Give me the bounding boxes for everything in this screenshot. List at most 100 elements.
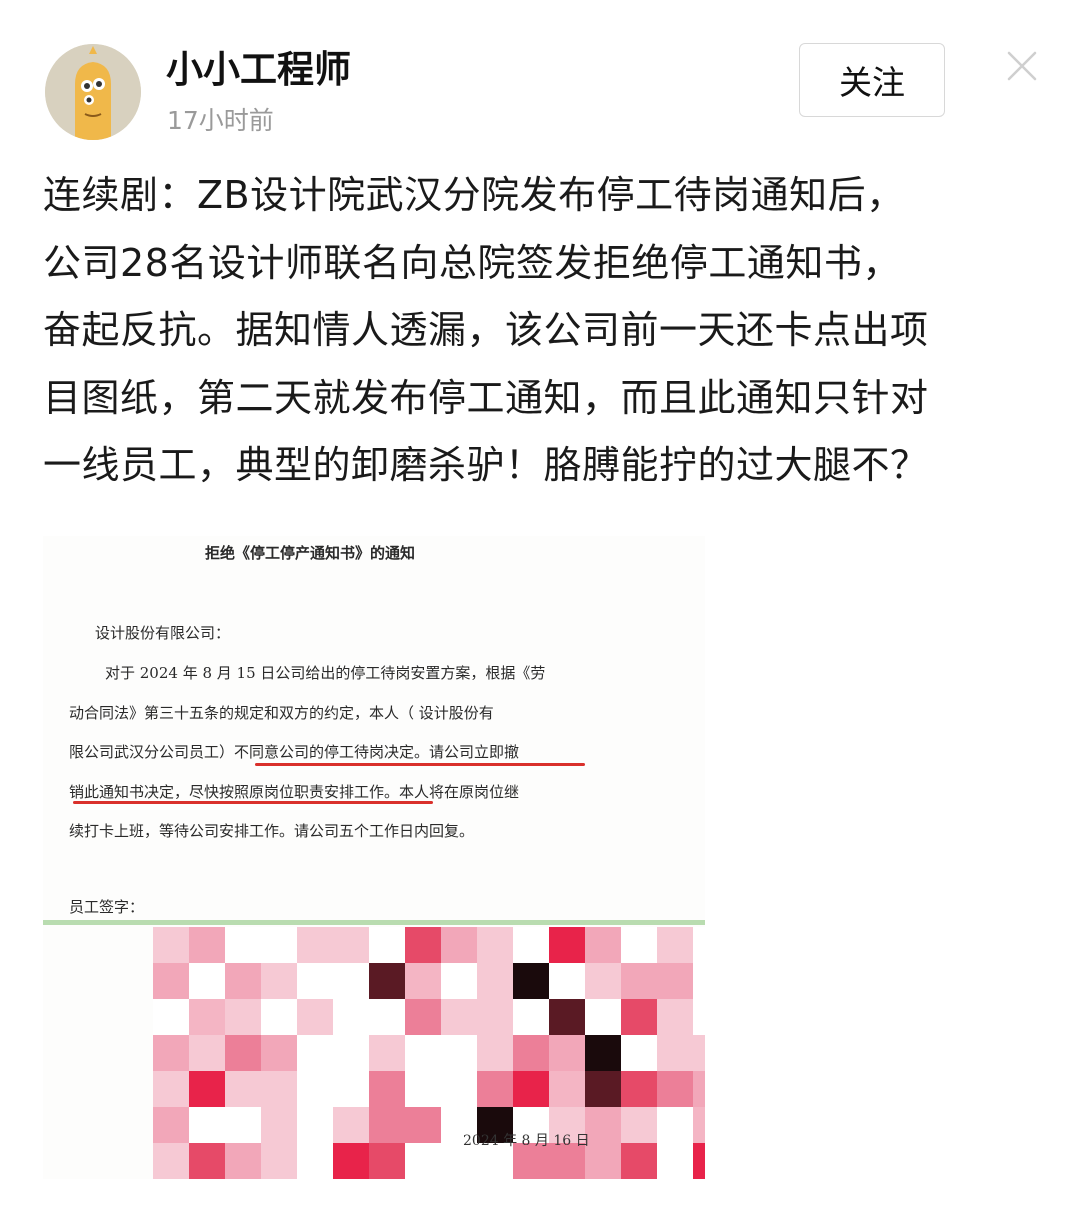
mosaic-pixel	[477, 1071, 513, 1107]
mosaic-pixel	[585, 999, 621, 1035]
mosaic-pixel	[657, 927, 693, 963]
mosaic-pixel	[153, 927, 189, 963]
mosaic-pixel	[297, 1071, 333, 1107]
mosaic-pixel	[477, 999, 513, 1035]
mosaic-pixel	[297, 1035, 333, 1071]
mosaic-pixel	[657, 1107, 693, 1143]
mosaic-pixel	[549, 963, 585, 999]
mosaic-pixel	[621, 927, 657, 963]
mosaic-pixel	[441, 963, 477, 999]
mosaic-pixel	[333, 963, 369, 999]
post-line: 公司28名设计师联名向总院签发拒绝停工通知书，	[43, 240, 901, 285]
document-date: 2024 年 8 月 16 日	[463, 1133, 590, 1149]
mosaic-pixel	[441, 999, 477, 1035]
red-underline	[255, 763, 585, 766]
mosaic-pixel	[513, 963, 549, 999]
mosaic-pixel	[189, 963, 225, 999]
mosaic-pixel	[693, 999, 705, 1035]
mosaic-pixel	[585, 1071, 621, 1107]
follow-button[interactable]: 关注	[799, 43, 945, 117]
mosaic-pixel	[621, 1071, 657, 1107]
document-salutation: 设计股份有限公司：	[95, 624, 231, 642]
document-body-line: 销此通知书决定，尽快按照原岗位职责安排工作。本人将在原岗位继	[69, 783, 520, 801]
mosaic-pixel	[513, 999, 549, 1035]
mosaic-pixel	[441, 1035, 477, 1071]
mosaic-pixel	[369, 963, 405, 999]
close-icon	[1007, 51, 1037, 81]
mosaic-pixel	[189, 927, 225, 963]
mosaic-pixel	[621, 963, 657, 999]
mosaic-pixel	[621, 999, 657, 1035]
mosaic-pixel	[405, 1143, 441, 1179]
document-title: 拒绝《停工停产通知书》的通知	[205, 544, 416, 562]
mosaic-pixel	[405, 927, 441, 963]
document-body-line: 对于 2024 年 8 月 15 日公司给出的停工待岗安置方案，根据《劳	[105, 664, 546, 682]
mosaic-pixel	[405, 1071, 441, 1107]
document-body-line: 续打卡上班，等待公司安排工作。请公司五个工作日内回复。	[69, 822, 475, 840]
mosaic-pixel	[477, 963, 513, 999]
mosaic-pixel	[333, 1143, 369, 1179]
signature-label: 员工签字：	[69, 898, 145, 916]
mosaic-pixel	[693, 963, 705, 999]
mosaic-pixel	[549, 1071, 585, 1107]
mosaic-pixel	[585, 1143, 621, 1179]
mosaic-pixel	[513, 1071, 549, 1107]
mosaic-pixel	[549, 927, 585, 963]
mosaic-pixel	[189, 999, 225, 1035]
pixelated-signature	[153, 927, 705, 1179]
mosaic-pixel	[513, 927, 549, 963]
mosaic-pixel	[297, 1107, 333, 1143]
post-line: 连续剧：ZB设计院武汉分院发布停工待岗通知后，	[43, 173, 905, 217]
mosaic-pixel	[297, 963, 333, 999]
mosaic-pixel	[261, 1071, 297, 1107]
mosaic-pixel	[693, 1107, 705, 1143]
mosaic-pixel	[513, 1035, 549, 1071]
mosaic-pixel	[225, 1035, 261, 1071]
mosaic-pixel	[333, 1071, 369, 1107]
mosaic-pixel	[585, 1107, 621, 1143]
mosaic-pixel	[549, 1035, 585, 1071]
attached-document-image[interactable]: 拒绝《停工停产通知书》的通知 设计股份有限公司： 对于 2024 年 8 月 1…	[43, 536, 705, 1179]
close-button[interactable]	[1004, 48, 1040, 84]
mosaic-pixel	[225, 1071, 261, 1107]
mosaic-pixel	[333, 999, 369, 1035]
mosaic-pixel	[369, 1107, 405, 1143]
mosaic-pixel	[153, 963, 189, 999]
avatar[interactable]	[45, 44, 141, 140]
author-name[interactable]: 小小工程师	[166, 48, 351, 92]
mosaic-pixel	[297, 927, 333, 963]
mosaic-pixel	[369, 1071, 405, 1107]
mosaic-pixel	[369, 927, 405, 963]
mosaic-pixel	[477, 927, 513, 963]
mosaic-pixel	[585, 927, 621, 963]
mosaic-pixel	[153, 999, 189, 1035]
mosaic-pixel	[297, 1143, 333, 1179]
post-line: 一线员工，典型的卸磨杀驴！胳膊能拧的过大腿不？	[43, 443, 929, 487]
mosaic-pixel	[189, 1035, 225, 1071]
mosaic-pixel	[693, 1035, 705, 1071]
mosaic-pixel	[441, 927, 477, 963]
mosaic-pixel	[189, 1107, 225, 1143]
mosaic-pixel	[153, 1035, 189, 1071]
red-underline	[73, 801, 433, 804]
mosaic-pixel	[369, 1035, 405, 1071]
post-line: 目图纸，第二天就发布停工通知，而且此通知只针对	[43, 375, 929, 420]
mosaic-pixel	[297, 999, 333, 1035]
mosaic-pixel	[153, 1107, 189, 1143]
mosaic-pixel	[621, 1035, 657, 1071]
mosaic-pixel	[225, 999, 261, 1035]
mosaic-pixel	[369, 999, 405, 1035]
mosaic-pixel	[621, 1107, 657, 1143]
mosaic-pixel	[189, 1143, 225, 1179]
mosaic-pixel	[261, 1107, 297, 1143]
mosaic-pixel	[693, 1143, 705, 1179]
mosaic-pixel	[405, 963, 441, 999]
mosaic-pixel	[693, 1071, 705, 1107]
mosaic-pixel	[333, 927, 369, 963]
mosaic-pixel	[657, 1071, 693, 1107]
mosaic-pixel	[261, 1035, 297, 1071]
mosaic-pixel	[657, 999, 693, 1035]
mosaic-pixel	[261, 927, 297, 963]
mosaic-pixel	[657, 1035, 693, 1071]
mosaic-pixel	[369, 1143, 405, 1179]
